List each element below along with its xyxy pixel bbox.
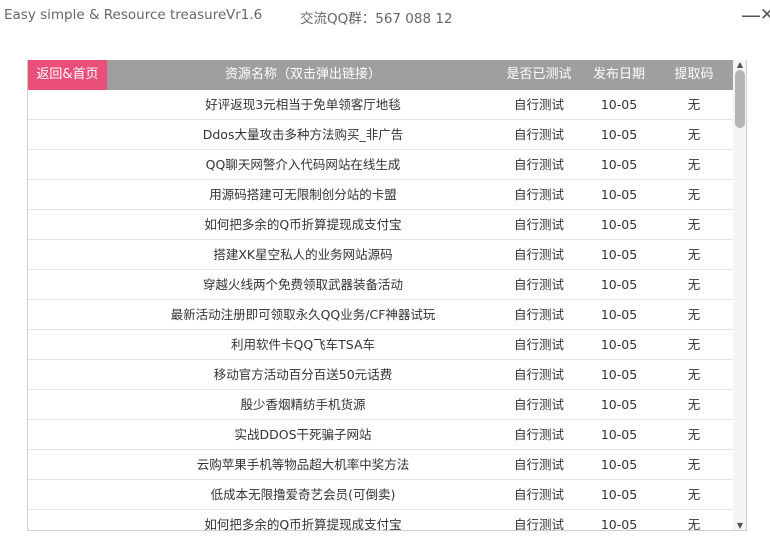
title-bar: Easy simple & Resource treasure Vr1.6 交流… [0,0,770,34]
date-cell: 10-05 [600,97,638,112]
scrollbar-thumb[interactable] [735,70,745,128]
date-cell: 10-05 [600,247,638,262]
table-row[interactable]: 如何把多余的Q币折算提现成支付宝 自行测试 10-05 无 [28,510,733,531]
header-resource-name: 资源名称（双击弹出链接） [224,67,381,82]
minimize-icon[interactable]: — [741,5,761,25]
table-row[interactable]: 最新活动注册即可领取永久QQ业务/CF神器试玩 自行测试 10-05 无 [28,300,733,330]
tested-cell: 自行测试 [513,427,564,442]
table-header: 返回&首页 资源名称（双击弹出链接） 是否已测试 发布日期 提取码 [28,60,733,90]
code-cell: 无 [687,277,701,292]
tested-cell: 自行测试 [513,157,564,172]
table-row[interactable]: 搭建XK星空私人的业务网站源码 自行测试 10-05 无 [28,240,733,270]
table-row[interactable]: 移动官方活动百分百送50元话费 自行测试 10-05 无 [28,360,733,390]
tested-cell: 自行测试 [513,367,564,382]
tested-cell: 自行测试 [513,217,564,232]
date-cell: 10-05 [600,187,638,202]
header-tested: 是否已测试 [506,67,572,82]
resource-name-cell: 如何把多余的Q币折算提现成支付宝 [204,217,402,232]
date-cell: 10-05 [600,277,638,292]
code-cell: 无 [687,337,701,352]
tested-cell: 自行测试 [513,247,564,262]
resource-name-cell: 用源码搭建可无限制创分站的卡盟 [209,187,397,202]
resource-name-cell: 利用软件卡QQ飞车TSA车 [230,337,376,352]
header-code: 提取码 [674,67,714,82]
table-row[interactable]: 云购苹果手机等物品超大机率中奖方法 自行测试 10-05 无 [28,450,733,480]
date-cell: 10-05 [600,517,638,531]
back-home-button[interactable]: 返回&首页 [28,60,107,90]
code-cell: 无 [687,157,701,172]
code-cell: 无 [687,487,701,502]
table-row[interactable]: QQ聊天网警介入代码网站在线生成 自行测试 10-05 无 [28,150,733,180]
code-cell: 无 [687,367,701,382]
table-row[interactable]: 穿越火线两个免费领取武器装备活动 自行测试 10-05 无 [28,270,733,300]
tested-cell: 自行测试 [513,127,564,142]
tested-cell: 自行测试 [513,307,564,322]
resource-name-cell: 云购苹果手机等物品超大机率中奖方法 [196,457,410,472]
app-version: Vr1.6 [226,7,263,23]
code-cell: 无 [687,127,701,142]
date-cell: 10-05 [600,427,638,442]
resource-name-cell: 好评返现3元相当于免单领客厅地毯 [205,97,401,112]
resource-name-cell: 实战DDOS干死骗子网站 [234,427,372,442]
date-cell: 10-05 [600,307,638,322]
table-row[interactable]: 实战DDOS干死骗子网站 自行测试 10-05 无 [28,420,733,450]
resource-name-cell: 如何把多余的Q币折算提现成支付宝 [204,517,402,531]
date-cell: 10-05 [600,457,638,472]
date-cell: 10-05 [600,127,638,142]
header-date: 发布日期 [592,67,645,82]
table-row[interactable]: 殷少香烟精纺手机货源 自行测试 10-05 无 [28,390,733,420]
qq-group-info: 交流QQ群：567 088 12 [300,11,453,27]
code-cell: 无 [687,427,701,442]
table-row[interactable]: 如何把多余的Q币折算提现成支付宝 自行测试 10-05 无 [28,210,733,240]
tested-cell: 自行测试 [513,517,564,531]
resource-name-cell: 穿越火线两个免费领取武器装备活动 [202,277,403,292]
tested-cell: 自行测试 [513,457,564,472]
code-cell: 无 [687,457,701,472]
date-cell: 10-05 [600,217,638,232]
scroll-up-arrow-icon[interactable]: ▲ [733,60,746,70]
date-cell: 10-05 [600,337,638,352]
close-icon[interactable]: ✕ [759,5,770,25]
table-body: 好评返现3元相当于免单领客厅地毯 自行测试 10-05 无 Ddos大量攻击多种… [28,90,733,531]
app-title: Easy simple & Resource treasure [4,7,227,23]
date-cell: 10-05 [600,367,638,382]
date-cell: 10-05 [600,397,638,412]
resource-name-cell: 低成本无限撸爱奇艺会员(可倒卖) [210,487,396,502]
date-cell: 10-05 [600,487,638,502]
resource-table: 返回&首页 资源名称（双击弹出链接） 是否已测试 发布日期 提取码 好评返现3元… [27,60,747,531]
resource-name-cell: QQ聊天网警介入代码网站在线生成 [205,157,401,172]
table-row[interactable]: 好评返现3元相当于免单领客厅地毯 自行测试 10-05 无 [28,90,733,120]
code-cell: 无 [687,307,701,322]
resource-name-cell: Ddos大量攻击多种方法购买_非广告 [202,127,404,142]
tested-cell: 自行测试 [513,97,564,112]
resource-name-cell: 殷少香烟精纺手机货源 [240,397,366,412]
resource-name-cell: 移动官方活动百分百送50元话费 [213,367,393,382]
vertical-scrollbar[interactable]: ▲ ▼ [733,60,746,530]
code-cell: 无 [687,397,701,412]
table-row[interactable]: Ddos大量攻击多种方法购买_非广告 自行测试 10-05 无 [28,120,733,150]
scroll-down-arrow-icon[interactable]: ▼ [733,521,746,530]
code-cell: 无 [687,97,701,112]
resource-name-cell: 最新活动注册即可领取永久QQ业务/CF神器试玩 [170,307,436,322]
tested-cell: 自行测试 [513,277,564,292]
tested-cell: 自行测试 [513,337,564,352]
code-cell: 无 [687,247,701,262]
tested-cell: 自行测试 [513,187,564,202]
tested-cell: 自行测试 [513,397,564,412]
code-cell: 无 [687,187,701,202]
table-row[interactable]: 用源码搭建可无限制创分站的卡盟 自行测试 10-05 无 [28,180,733,210]
code-cell: 无 [687,517,701,531]
resource-name-cell: 搭建XK星空私人的业务网站源码 [213,247,393,262]
table-row[interactable]: 利用软件卡QQ飞车TSA车 自行测试 10-05 无 [28,330,733,360]
tested-cell: 自行测试 [513,487,564,502]
date-cell: 10-05 [600,157,638,172]
code-cell: 无 [687,217,701,232]
table-row[interactable]: 低成本无限撸爱奇艺会员(可倒卖) 自行测试 10-05 无 [28,480,733,510]
